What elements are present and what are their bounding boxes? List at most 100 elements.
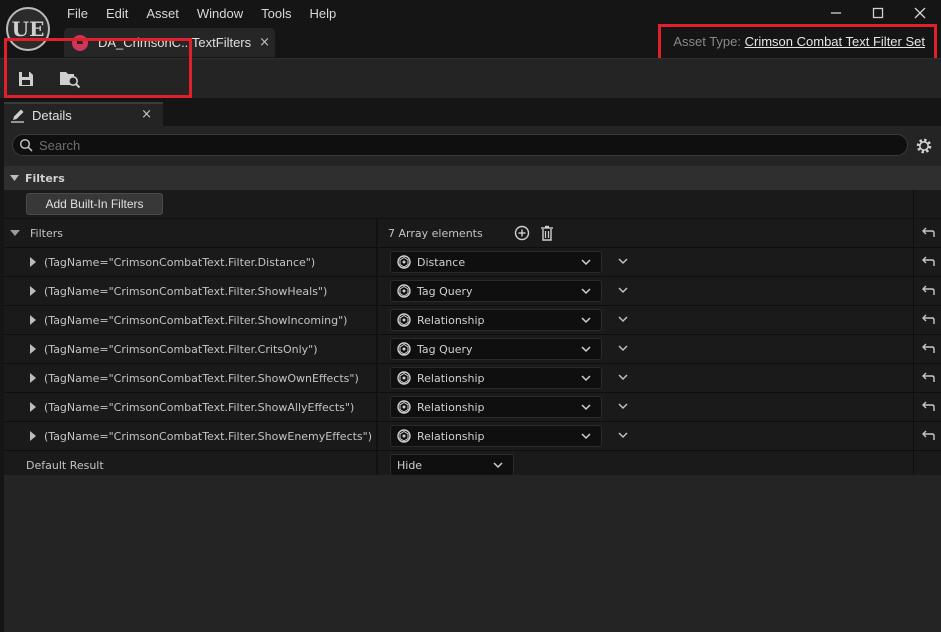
triangle-right-icon[interactable] [26,255,40,269]
menu-file[interactable]: File [58,5,97,23]
reset-to-default-button[interactable] [913,364,941,392]
reset-to-default-button[interactable] [913,248,941,276]
search-row [4,126,941,166]
chevron-down-icon[interactable] [618,257,628,265]
menu-tools[interactable]: Tools [252,5,300,23]
filter-name: (TagName="CrimsonCombatText.Filter.ShowI… [44,313,348,327]
triangle-right-icon[interactable] [26,313,40,327]
close-icon [914,7,926,19]
details-tab[interactable]: Details × [4,102,163,126]
dropdown-value: Relationship [417,429,485,443]
menu-help[interactable]: Help [300,5,345,23]
close-window-button[interactable] [899,0,941,26]
triangle-down-icon [10,174,19,181]
gear-icon[interactable] [914,136,934,156]
reset-to-default-button[interactable] [913,306,941,334]
filter-row: (TagName="CrimsonCombatText.Filter.ShowA… [4,393,941,422]
trash-icon[interactable] [540,225,554,241]
class-icon [397,429,411,443]
default-result-label: Default Result [26,458,104,472]
reset-arrow-icon [921,430,935,440]
triangle-right-icon[interactable] [26,400,40,414]
filter-value-cell: Relationship [378,422,912,450]
minimize-icon [831,12,841,14]
reset-to-default-button[interactable] [913,393,941,421]
filter-value-cell: Relationship [378,364,912,392]
reset-arrow-icon [921,314,935,324]
filter-name: (TagName="CrimsonCombatText.Filter.ShowH… [44,284,328,298]
filter-type-dropdown[interactable]: Distance [390,251,602,273]
category-label: Filters [25,171,65,185]
menu-bar: File Edit Asset Window Tools Help [58,5,345,23]
chevron-down-icon[interactable] [618,344,628,352]
filters-array-name: Filters [4,219,377,247]
add-element-icon[interactable] [514,225,530,241]
triangle-right-icon[interactable] [26,371,40,385]
filter-type-dropdown[interactable]: Relationship [390,309,602,331]
asset-tab-close-icon[interactable]: × [259,35,270,50]
chevron-down-icon [581,346,591,353]
filter-name-cell: (TagName="CrimsonCombatText.Filter.ShowH… [4,277,377,305]
filter-type-dropdown[interactable]: Tag Query [390,280,602,302]
menu-window[interactable]: Window [188,5,252,23]
window-controls [815,0,941,26]
details-tab-label: Details [32,107,72,123]
filter-type-dropdown[interactable]: Relationship [390,367,602,389]
search-icon [19,138,33,152]
filter-type-dropdown[interactable]: Relationship [390,425,602,447]
maximize-button[interactable] [857,0,899,26]
chevron-down-icon [581,259,591,266]
filter-name-cell: (TagName="CrimsonCombatText.Filter.ShowI… [4,306,377,334]
reset-arrow-icon [921,401,935,411]
menu-edit[interactable]: Edit [97,5,137,23]
filter-type-dropdown[interactable]: Relationship [390,396,602,418]
chevron-down-icon [581,317,591,324]
search-box[interactable] [12,134,908,156]
chevron-down-icon [581,375,591,382]
triangle-right-icon[interactable] [26,284,40,298]
chevron-down-icon[interactable] [618,431,628,439]
chevron-down-icon [581,433,591,440]
filter-name: (TagName="CrimsonCombatText.Filter.ShowA… [44,400,355,414]
reset-to-default-button[interactable] [913,277,941,305]
details-panel: Filters Add Built-In Filters Filters 7 A… [4,126,941,632]
empty-panel-area [4,475,941,632]
triangle-right-icon[interactable] [26,342,40,356]
reset-to-default-button[interactable] [913,335,941,363]
menu-asset[interactable]: Asset [137,5,188,23]
triangle-right-icon[interactable] [26,429,40,443]
dropdown-value: Relationship [417,400,485,414]
filter-value-cell: Relationship [378,306,912,334]
dropdown-value: Hide [397,458,423,472]
dropdown-value: Tag Query [417,284,473,298]
class-icon [397,400,411,414]
chevron-down-icon[interactable] [618,286,628,294]
chevron-down-icon[interactable] [618,402,628,410]
reset-to-default-button[interactable] [913,422,941,450]
triangle-down-icon[interactable] [8,226,22,240]
search-input[interactable] [39,137,899,153]
filter-value-cell: Relationship [378,393,912,421]
class-icon [397,255,411,269]
pencil-icon [11,109,24,123]
class-icon [397,284,411,298]
minimize-button[interactable] [815,0,857,26]
dropdown-value: Relationship [417,371,485,385]
filter-type-dropdown[interactable]: Tag Query [390,338,602,360]
reset-to-default-button[interactable] [913,219,941,247]
filter-value-cell: Tag Query [378,277,912,305]
filter-name-cell: (TagName="CrimsonCombatText.Filter.ShowE… [4,422,377,450]
array-count-text: 7 Array elements [388,226,483,240]
filters-array-value: 7 Array elements [378,219,912,247]
chevron-down-icon[interactable] [618,315,628,323]
add-built-in-filters-button[interactable]: Add Built-In Filters [26,193,163,215]
filter-name: (TagName="CrimsonCombatText.Filter.Dista… [44,255,316,269]
reset-arrow-icon [921,343,935,353]
chevron-down-icon[interactable] [618,373,628,381]
default-result-dropdown[interactable]: Hide [390,454,514,476]
filter-row: (TagName="CrimsonCombatText.Filter.ShowO… [4,364,941,393]
filter-name: (TagName="CrimsonCombatText.Filter.Crits… [44,342,318,356]
category-header-filters[interactable]: Filters [4,166,941,190]
details-tab-close-icon[interactable]: × [141,107,152,122]
filter-name-cell: (TagName="CrimsonCombatText.Filter.Crits… [4,335,377,363]
